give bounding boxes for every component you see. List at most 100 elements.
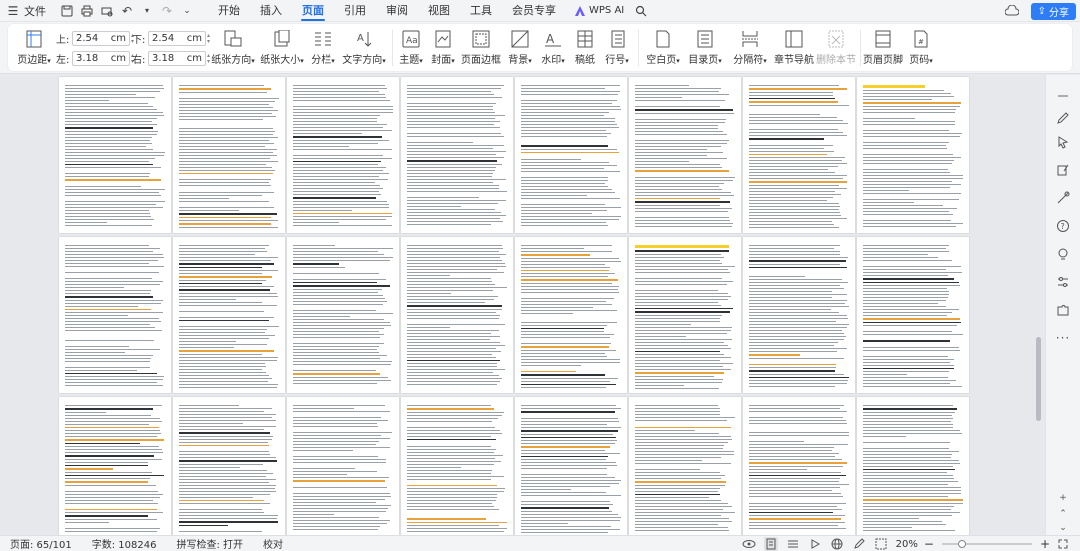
fit-page-icon[interactable] — [874, 537, 888, 551]
pen-icon[interactable] — [1054, 109, 1072, 127]
watermark-button[interactable]: A 水印▾ — [538, 30, 568, 66]
paper-size-button[interactable]: 纸张大小▾ — [260, 30, 304, 66]
zoom-slider-thumb[interactable] — [958, 540, 967, 548]
file-menu[interactable]: 文件 — [24, 3, 46, 19]
zoom-slider[interactable] — [941, 540, 1032, 548]
share-button[interactable]: ⇪ 分享 — [1030, 2, 1076, 20]
page-thumbnail[interactable] — [629, 397, 741, 535]
page-thumbnail[interactable] — [287, 237, 399, 393]
page-thumbnail[interactable] — [401, 77, 513, 233]
more-icon[interactable]: ··· — [1054, 329, 1072, 347]
page-thumbnail[interactable] — [173, 237, 285, 393]
margin-top-input[interactable]: 2.54 — [76, 33, 98, 44]
columns-button[interactable]: 分栏▾ — [308, 30, 338, 66]
menu-tab[interactable]: 开始 — [208, 0, 250, 22]
page-thumbnail[interactable] — [629, 77, 741, 233]
proofread-button[interactable]: 校对 — [263, 536, 283, 551]
page-thumbnail[interactable] — [743, 237, 855, 393]
word-count[interactable]: 字数: 108246 — [92, 536, 157, 551]
minus-icon[interactable] — [1054, 87, 1072, 105]
document-area[interactable] — [0, 75, 1045, 535]
page-thumbnail[interactable] — [59, 397, 171, 535]
page-border-button[interactable]: 页面边框 — [461, 30, 501, 66]
cover-button[interactable]: 封面▾ — [428, 30, 458, 66]
eye-icon[interactable] — [742, 537, 756, 551]
margin-left-input[interactable]: 3.18 — [76, 53, 98, 64]
page-thumbnail[interactable] — [743, 397, 855, 535]
page-thumbnail[interactable] — [401, 397, 513, 535]
page-thumbnail[interactable] — [59, 77, 171, 233]
page-thumbnail[interactable] — [287, 397, 399, 535]
separator-button[interactable]: 分隔符▾ — [730, 30, 770, 66]
cursor-icon[interactable] — [1054, 133, 1072, 151]
zoom-out-icon[interactable]: − — [924, 537, 934, 551]
page-thumbnail[interactable] — [629, 237, 741, 393]
web-view-icon[interactable] — [830, 537, 844, 551]
page-number-button[interactable]: # 页码▾ — [906, 30, 936, 66]
text-direction-button[interactable]: A 文字方向▾ — [341, 30, 387, 66]
theme-button[interactable]: Aa 主题▾ — [396, 30, 426, 66]
toc-page-button[interactable]: 目录页▾ — [686, 30, 724, 66]
chapter-nav-button[interactable]: 章节导航 — [774, 30, 814, 66]
page-indicator[interactable]: 页面: 65/101 — [10, 536, 72, 551]
page-thumbnail[interactable] — [515, 237, 627, 393]
menu-tab[interactable]: 工具 — [460, 0, 502, 22]
redo-icon[interactable]: ↷ — [158, 2, 176, 20]
background-button[interactable]: 背景▾ — [505, 30, 535, 66]
more-dropdown-icon[interactable]: ⌄ — [178, 2, 196, 20]
margin-bottom-input[interactable]: 2.54 — [152, 33, 174, 44]
vertical-scrollbar[interactable] — [1035, 75, 1043, 535]
page-view-icon[interactable] — [763, 537, 778, 551]
margin-top-field[interactable]: 上: 2.54 cm ▴ ▾ — [56, 31, 137, 46]
print-icon[interactable] — [78, 2, 96, 20]
menu-tab[interactable]: 引用 — [334, 0, 376, 22]
edit-icon[interactable] — [1054, 161, 1072, 179]
manuscript-button[interactable]: 稿纸 — [572, 30, 598, 66]
orientation-button[interactable]: 纸张方向▾ — [211, 30, 255, 66]
tools-icon[interactable] — [1054, 189, 1072, 207]
menu-tab[interactable]: 审阅 — [376, 0, 418, 22]
search-icon[interactable] — [632, 2, 650, 20]
page-thumbnail[interactable] — [287, 77, 399, 233]
line-numbers-button[interactable]: 行号▾ — [602, 30, 632, 66]
delete-section-button[interactable]: 删除本节 — [816, 30, 856, 66]
menu-icon[interactable]: ☰ — [4, 2, 22, 20]
menu-tab[interactable]: 插入 — [250, 0, 292, 22]
menu-tab[interactable]: 会员专享 — [502, 0, 566, 22]
page-thumbnail[interactable] — [515, 77, 627, 233]
sliders-icon[interactable] — [1054, 273, 1072, 291]
wps-ai-button[interactable]: WPS AI — [574, 5, 624, 17]
margin-right-input[interactable]: 3.18 — [152, 53, 174, 64]
zoom-in-icon[interactable]: + — [1040, 537, 1050, 551]
zoom-level[interactable]: 20% — [896, 539, 918, 550]
spell-check-status[interactable]: 拼写检查: 打开 — [176, 536, 243, 551]
cloud-icon[interactable] — [1003, 2, 1021, 20]
margin-left-field[interactable]: 左: 3.18 cm ▴ ▾ — [56, 51, 137, 66]
margin-bottom-field[interactable]: 下: 2.54 cm ▴ ▾ — [132, 31, 213, 46]
page-thumbnail[interactable] — [173, 77, 285, 233]
blank-page-button[interactable]: 空白页▾ — [644, 30, 682, 66]
undo-dropdown-icon[interactable]: ▾ — [138, 2, 156, 20]
play-icon[interactable] — [808, 537, 822, 551]
fullscreen-icon[interactable] — [1056, 537, 1070, 551]
scrollbar-thumb[interactable] — [1036, 337, 1041, 421]
header-footer-button[interactable]: 页眉页脚 — [862, 30, 904, 66]
page-thumbnail[interactable] — [857, 77, 969, 233]
page-thumbnail[interactable] — [173, 397, 285, 535]
margin-button[interactable]: 页边距▾ — [14, 30, 54, 66]
menu-tab[interactable]: 视图 — [418, 0, 460, 22]
lightbulb-icon[interactable] — [1054, 245, 1072, 263]
outline-view-icon[interactable] — [786, 537, 800, 551]
page-thumbnail[interactable] — [743, 77, 855, 233]
pen-mode-icon[interactable] — [852, 537, 866, 551]
puzzle-icon[interactable] — [1054, 301, 1072, 319]
page-thumbnail[interactable] — [857, 397, 969, 535]
page-thumbnail[interactable] — [401, 237, 513, 393]
page-thumbnail[interactable] — [515, 397, 627, 535]
menu-tab[interactable]: 页面 — [292, 0, 334, 22]
save-icon[interactable] — [58, 2, 76, 20]
undo-icon[interactable]: ↶ — [118, 2, 136, 20]
page-thumbnail[interactable] — [59, 237, 171, 393]
print-preview-icon[interactable] — [98, 2, 116, 20]
page-thumbnail[interactable] — [857, 237, 969, 393]
